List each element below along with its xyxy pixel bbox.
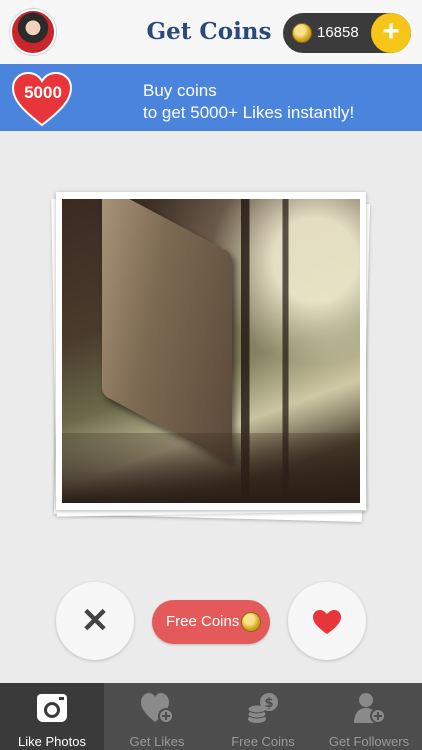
like-button[interactable] — [288, 582, 366, 660]
skip-button[interactable]: ✕ — [56, 582, 134, 660]
free-coins-button[interactable]: Free Coins — [152, 600, 270, 644]
tab-label: Like Photos — [18, 734, 86, 749]
tab-like-photos[interactable]: Like Photos — [0, 683, 104, 750]
tab-get-followers[interactable]: Get Followers — [316, 683, 422, 750]
tab-get-likes[interactable]: Get Likes — [104, 683, 210, 750]
tab-free-coins[interactable]: $ Free Coins — [210, 683, 316, 750]
top-bar: Get Coins 16858 + — [0, 0, 422, 64]
tab-label: Get Likes — [129, 734, 185, 749]
photo-card-stack[interactable] — [51, 190, 371, 522]
coin-icon — [241, 612, 261, 632]
close-icon: ✕ — [80, 602, 110, 640]
buy-coins-banner[interactable]: 5000 Buy coins to get 5000+ Likes instan… — [0, 64, 422, 131]
photo-ground — [62, 433, 360, 503]
heart-value: 5000 — [24, 83, 62, 102]
tab-label: Free Coins — [231, 734, 295, 749]
banner-line-2: to get 5000+ Likes instantly! — [143, 103, 355, 122]
tab-label: Get Followers — [328, 734, 410, 749]
photo-card[interactable] — [56, 192, 366, 510]
svg-text:$: $ — [264, 696, 273, 711]
heart-plus-icon — [141, 693, 174, 724]
user-plus-icon — [354, 693, 386, 724]
camera-icon — [37, 694, 67, 722]
free-coins-label: Free Coins — [166, 613, 240, 630]
heart-icon — [313, 610, 341, 634]
photo-image — [62, 199, 360, 503]
coin-icon — [292, 23, 312, 43]
add-coins-button[interactable]: + — [371, 13, 411, 53]
tab-bar: Like Photos Get Likes $ Free Coins Get F… — [0, 683, 422, 750]
coin-balance-pill[interactable]: 16858 + — [283, 13, 411, 53]
coin-stack-icon: $ — [247, 693, 278, 723]
banner-line-1: Buy coins — [143, 81, 217, 100]
coin-balance: 16858 — [317, 24, 359, 41]
banner-text: Buy coins to get 5000+ Likes instantly! — [143, 80, 354, 124]
